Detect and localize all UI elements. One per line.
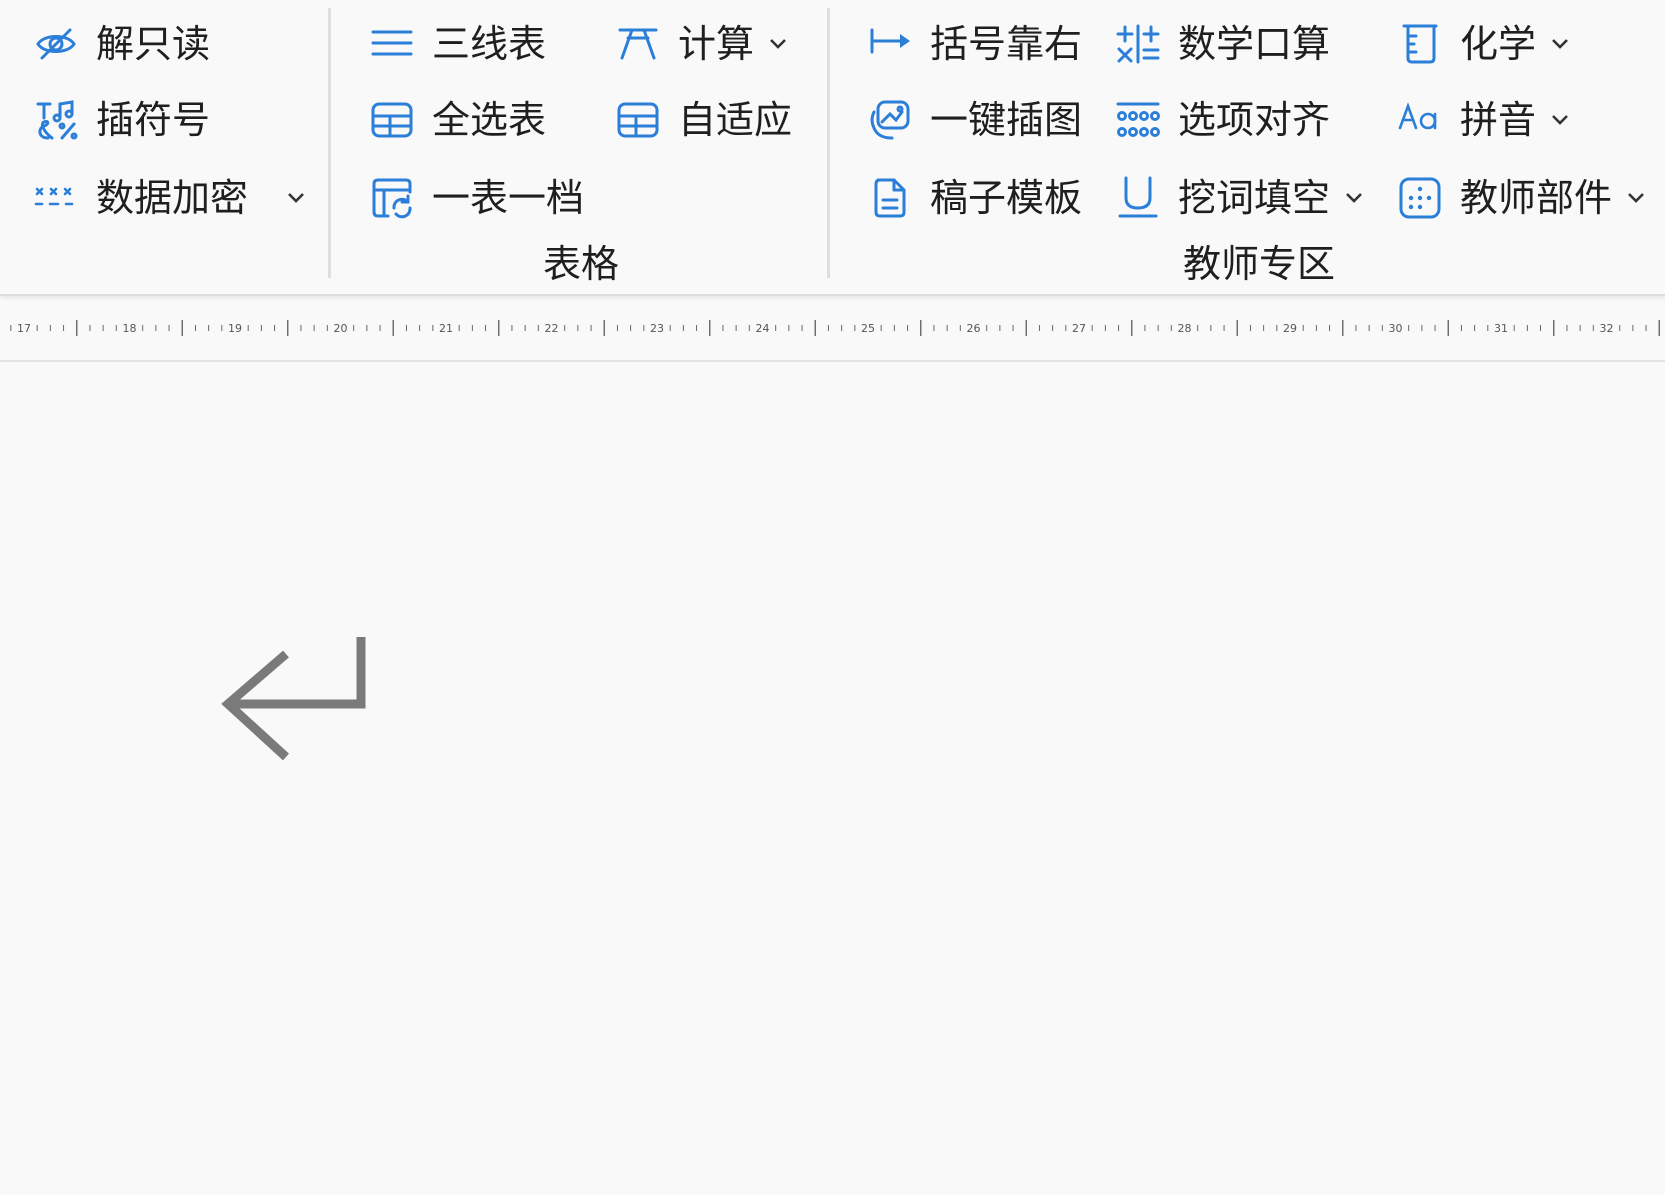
document-template-icon xyxy=(868,176,912,220)
data-encrypt-label: 数据加密 xyxy=(96,176,249,220)
pinyin-label: 拼音 xyxy=(1460,98,1537,142)
math-oral-icon xyxy=(1116,22,1160,66)
group-separator xyxy=(328,8,331,278)
horizontal-ruler[interactable]: 17 18 19 20 21 22 23 24 25 26 27 28 29 30 31 32 xyxy=(0,306,1665,356)
bracket-right-label: 括号靠右 xyxy=(930,22,1083,66)
ruler-label: 17 xyxy=(17,322,31,335)
chemistry-label: 化学 xyxy=(1460,22,1537,66)
group-separator xyxy=(827,8,830,278)
ruler-label: 25 xyxy=(861,322,875,335)
insert-symbol-button[interactable]: 插符号 xyxy=(34,94,210,146)
document-template-button[interactable]: 稿子模板 xyxy=(868,172,1082,224)
math-oral-label: 数学口算 xyxy=(1178,22,1331,66)
paragraph-mark xyxy=(220,637,370,771)
select-all-table-button[interactable]: 全选表 xyxy=(370,94,546,146)
autofit-table-icon xyxy=(616,98,660,142)
teacher-parts-icon xyxy=(1398,176,1442,220)
ribbon-toolbar: 解只读 插符号 数据加密 三线表 计算 全选表 自适应 一表一档 表格 括号靠右… xyxy=(0,0,1665,296)
ruler-label: 19 xyxy=(228,322,242,335)
table-split-label: 一表一档 xyxy=(432,176,585,220)
table-split-icon xyxy=(370,176,414,220)
return-arrow-icon xyxy=(221,637,366,761)
document-template-label: 稿子模板 xyxy=(930,176,1083,220)
chevron-down-icon[interactable] xyxy=(768,37,788,51)
ruler-label: 32 xyxy=(1600,322,1614,335)
fill-blank-button[interactable]: 挖词填空 xyxy=(1116,172,1364,224)
select-table-icon xyxy=(370,98,414,142)
ruler-label: 31 xyxy=(1494,322,1508,335)
ruler-label: 29 xyxy=(1283,322,1297,335)
math-oral-button[interactable]: 数学口算 xyxy=(1116,18,1330,70)
calculate-button[interactable]: 计算 xyxy=(616,18,788,70)
chemistry-button[interactable]: 化学 xyxy=(1398,18,1570,70)
table-split-button[interactable]: 一表一档 xyxy=(370,172,584,224)
ruler-label: 21 xyxy=(439,322,453,335)
align-right-arrow-icon xyxy=(868,22,912,66)
options-align-icon xyxy=(1116,98,1160,142)
calculate-label: 计算 xyxy=(678,22,755,66)
ruler-label: 18 xyxy=(123,322,137,335)
insert-image-label: 一键插图 xyxy=(930,98,1083,142)
bracket-right-button[interactable]: 括号靠右 xyxy=(868,18,1082,70)
ruler-label: 22 xyxy=(545,322,559,335)
chevron-down-icon[interactable] xyxy=(1550,113,1570,127)
group-label-table: 表格 xyxy=(543,242,620,286)
insert-image-icon xyxy=(868,98,912,142)
options-align-label: 选项对齐 xyxy=(1178,98,1331,142)
insert-symbol-label: 插符号 xyxy=(96,98,211,142)
encrypt-icon xyxy=(34,176,78,220)
group-label-teacher: 教师专区 xyxy=(1183,242,1336,286)
select-all-table-label: 全选表 xyxy=(432,98,547,142)
pinyin-icon xyxy=(1398,98,1442,142)
options-align-button[interactable]: 选项对齐 xyxy=(1116,94,1330,146)
symbol-icon xyxy=(34,98,78,142)
ruler-label: 23 xyxy=(650,322,664,335)
unlock-readonly-button[interactable]: 解只读 xyxy=(34,18,210,70)
insert-image-button[interactable]: 一键插图 xyxy=(868,94,1082,146)
data-encrypt-button[interactable]: 数据加密 xyxy=(34,172,306,224)
beaker-icon xyxy=(1398,22,1442,66)
autofit-table-label: 自适应 xyxy=(678,98,793,142)
ruler-scale: 17 18 19 20 21 22 23 24 25 26 27 28 29 30 31 32 xyxy=(10,320,1660,336)
calculate-icon xyxy=(616,22,660,66)
autofit-table-button[interactable]: 自适应 xyxy=(616,94,792,146)
three-line-table-button[interactable]: 三线表 xyxy=(370,18,546,70)
three-line-table-label: 三线表 xyxy=(432,22,547,66)
ruler-label: 28 xyxy=(1178,322,1192,335)
ruler-label: 27 xyxy=(1072,322,1086,335)
chevron-down-icon[interactable] xyxy=(1550,37,1570,51)
teacher-parts-label: 教师部件 xyxy=(1460,176,1613,220)
fill-blank-label: 挖词填空 xyxy=(1178,176,1331,220)
ruler-label: 24 xyxy=(756,322,770,335)
chevron-down-icon[interactable] xyxy=(286,191,306,205)
three-line-table-icon xyxy=(370,22,414,66)
document-canvas[interactable] xyxy=(0,362,1665,1195)
unlock-readonly-label: 解只读 xyxy=(96,22,211,66)
teacher-parts-button[interactable]: 教师部件 xyxy=(1398,172,1646,224)
chevron-down-icon[interactable] xyxy=(1626,191,1646,205)
pinyin-button[interactable]: 拼音 xyxy=(1398,94,1570,146)
eye-off-icon xyxy=(34,22,78,66)
ruler-label: 20 xyxy=(334,322,348,335)
ruler-label: 30 xyxy=(1389,322,1403,335)
chevron-down-icon[interactable] xyxy=(1344,191,1364,205)
ruler-label: 26 xyxy=(967,322,981,335)
underline-fill-icon xyxy=(1116,176,1160,220)
